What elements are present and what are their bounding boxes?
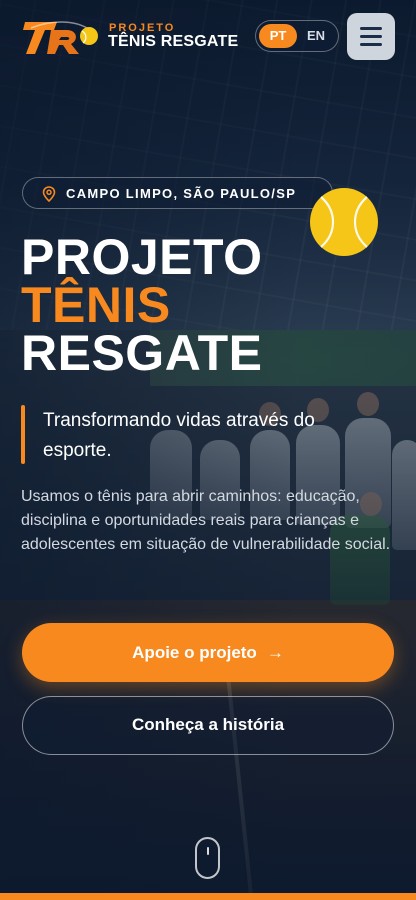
menu-button[interactable] [347, 13, 395, 60]
support-project-label: Apoie o projeto [132, 643, 257, 662]
tagline-accent-bar [21, 405, 25, 464]
hero-title-line-2: TÊNIS [21, 277, 171, 333]
support-project-button[interactable]: Apoie o projeto → [22, 623, 394, 682]
hero-tagline: Transformando vidas através do esporte. [43, 410, 315, 461]
hero-title-line-1: PROJETO [21, 229, 263, 285]
brand-name: TÊNIS RESGATE [108, 33, 239, 50]
location-text: CAMPO LIMPO, SÃO PAULO/SP [66, 186, 297, 201]
tenis-resgate-logo[interactable] [21, 16, 101, 58]
arrow-right-icon: → [266, 643, 284, 662]
learn-history-button[interactable]: Conheça a história [22, 696, 394, 755]
hero-description: Usamos o tênis para abrir caminhos: educ… [21, 488, 391, 553]
lang-option-pt[interactable]: PT [259, 24, 297, 48]
bottom-accent-strip [0, 893, 416, 900]
scroll-mouse-icon[interactable] [195, 837, 220, 879]
location-badge: CAMPO LIMPO, SÃO PAULO/SP [22, 177, 333, 209]
hamburger-menu-icon [360, 27, 382, 30]
site-header: PROJETO TÊNIS RESGATE PT EN [0, 0, 416, 74]
tennis-ball-icon [310, 188, 378, 256]
lang-option-en[interactable]: EN [297, 24, 335, 48]
hero-title: PROJETO TÊNIS RESGATE [21, 229, 263, 381]
map-pin-icon [42, 186, 56, 202]
hero-title-line-3: RESGATE [21, 325, 263, 381]
learn-history-label: Conheça a história [131, 715, 285, 734]
language-switcher: PT EN [255, 20, 339, 52]
